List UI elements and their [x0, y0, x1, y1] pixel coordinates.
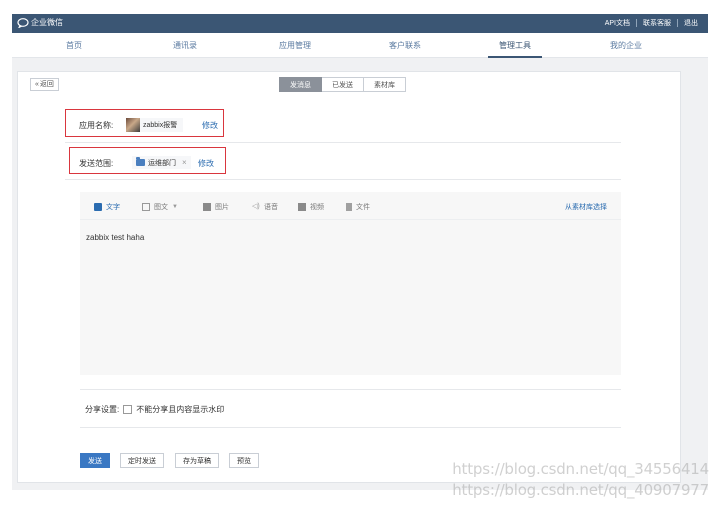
edit-app-link[interactable]: 修改 — [202, 120, 218, 131]
no-share-checkbox[interactable] — [123, 405, 133, 414]
nav-contacts[interactable]: 通讯录 — [145, 40, 225, 51]
active-nav-indicator — [488, 56, 542, 58]
tool-voice-label: 语音 — [264, 204, 278, 211]
remove-department-icon[interactable]: × — [182, 158, 187, 167]
tab-material-library[interactable]: 素材库 — [364, 77, 406, 92]
divider — [80, 427, 621, 428]
contact-support-link[interactable]: 联系客服 — [643, 18, 671, 28]
file-icon — [346, 203, 352, 211]
chevron-down-icon: ▼ — [172, 204, 178, 210]
tool-image-label: 图片 — [215, 204, 229, 211]
nav-customer-contact[interactable]: 客户联系 — [365, 40, 445, 51]
watermark: https://blog.csdn.net/qq_40907977 — [452, 481, 709, 499]
back-arrow-icon: « — [35, 81, 39, 88]
logo-text: 企业微信 — [31, 18, 63, 27]
share-settings: 分享设置: 不能分享且内容显示水印 — [85, 404, 224, 415]
edit-scope-link[interactable]: 修改 — [198, 158, 214, 169]
top-links: API文档 联系客服 退出 — [605, 18, 698, 28]
tool-news[interactable]: 图文 ▼ — [142, 202, 178, 212]
department-chip: 运维部门 × — [132, 156, 191, 169]
divider — [636, 19, 637, 27]
api-docs-link[interactable]: API文档 — [605, 18, 630, 28]
tool-text-label: 文字 — [106, 204, 120, 211]
message-content[interactable]: zabbix test haha — [86, 233, 144, 242]
watermark: https://blog.csdn.net/qq_34556414 — [452, 460, 709, 478]
nav-management-tools[interactable]: 管理工具 — [475, 40, 555, 51]
tool-news-label: 图文 — [154, 204, 168, 211]
app-label: 应用名称: — [79, 121, 114, 130]
divider — [65, 179, 621, 180]
nav-home[interactable]: 首页 — [34, 40, 114, 51]
wecom-logo-icon — [17, 17, 29, 28]
back-button[interactable]: « 返回 — [30, 78, 59, 91]
app-window: 企业微信 API文档 联系客服 退出 首页 通讯录 应用管理 客户联系 管理工具… — [12, 14, 708, 490]
video-icon — [298, 203, 306, 211]
logout-link[interactable]: 退出 — [684, 18, 698, 28]
tab-send-message[interactable]: 发消息 — [279, 77, 322, 92]
tool-text[interactable]: 文字 — [94, 202, 120, 212]
scope-label: 发送范围: — [79, 159, 114, 168]
message-card: « 返回 发消息 已发送 素材库 应用名称: zabbix报警 修改 发送范围:… — [17, 71, 681, 483]
choose-from-library-link[interactable]: 从素材库选择 — [565, 202, 607, 212]
share-label: 分享设置: — [85, 405, 120, 414]
tab-sent[interactable]: 已发送 — [322, 77, 364, 92]
divider — [677, 19, 678, 27]
tool-file[interactable]: 文件 — [346, 202, 370, 212]
voice-icon: ◁) — [252, 203, 260, 210]
tool-voice[interactable]: ◁) 语音 — [252, 202, 278, 212]
divider — [65, 142, 621, 143]
folder-icon — [136, 157, 145, 166]
app-chip: zabbix报警 — [126, 118, 184, 132]
tool-image[interactable]: 图片 — [203, 202, 229, 212]
message-tabs: 发消息 已发送 素材库 — [279, 77, 406, 92]
top-bar: 企业微信 API文档 联系客服 退出 — [12, 14, 708, 33]
app-avatar — [126, 118, 140, 132]
editor-toolbar: 文字 图文 ▼ 图片 ◁) 语音 视频 文件 从素材库选择 — [80, 192, 621, 220]
news-icon — [142, 203, 150, 211]
send-button[interactable]: 发送 — [80, 453, 110, 468]
share-option-label: 不能分享且内容显示水印 — [136, 405, 225, 414]
tool-video-label: 视频 — [310, 204, 324, 211]
message-editor: 文字 图文 ▼ 图片 ◁) 语音 视频 文件 从素材库选择 zabbix tes… — [80, 192, 621, 375]
app-name: zabbix报警 — [143, 122, 178, 129]
divider — [80, 389, 621, 390]
main-nav: 首页 通讯录 应用管理 客户联系 管理工具 我的企业 — [12, 33, 708, 58]
schedule-send-button[interactable]: 定时发送 — [120, 453, 164, 468]
image-icon — [203, 203, 211, 211]
department-name: 运维部门 — [148, 159, 176, 167]
back-label: 返回 — [39, 81, 54, 88]
nav-app-management[interactable]: 应用管理 — [255, 40, 335, 51]
text-icon — [94, 203, 102, 211]
tool-video[interactable]: 视频 — [298, 202, 324, 212]
save-draft-button[interactable]: 存为草稿 — [175, 453, 219, 468]
nav-my-enterprise[interactable]: 我的企业 — [586, 40, 666, 51]
preview-button[interactable]: 预览 — [229, 453, 259, 468]
logo[interactable]: 企业微信 — [17, 17, 63, 28]
tool-file-label: 文件 — [356, 204, 370, 211]
